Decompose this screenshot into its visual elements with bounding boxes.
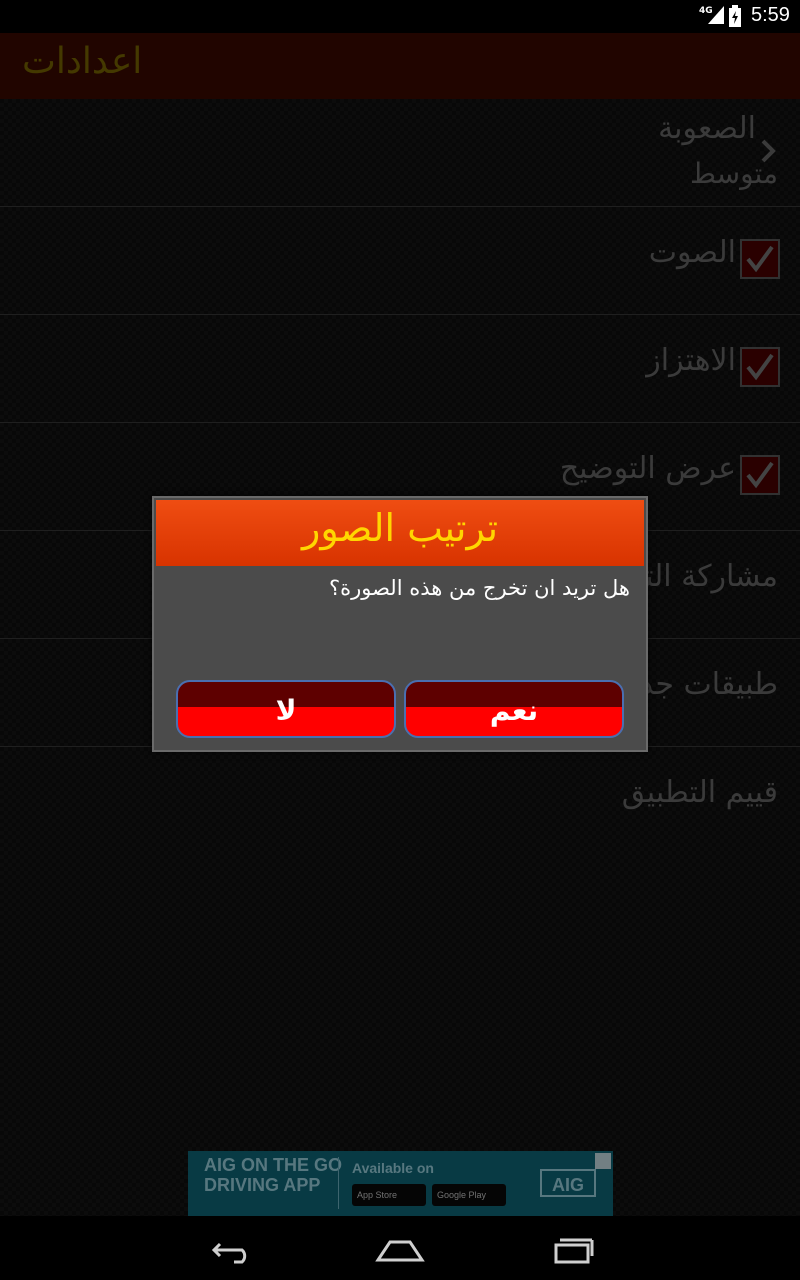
signal-icon	[708, 6, 724, 24]
yes-button[interactable]: نعم	[404, 680, 624, 738]
clock: 5:59	[751, 4, 790, 26]
yes-button-label: نعم	[489, 694, 539, 727]
recents-icon[interactable]	[546, 1236, 598, 1264]
exit-dialog: ترتيب الصور هل تريد ان تخرج من هذه الصور…	[152, 496, 648, 752]
dialog-header: ترتيب الصور	[156, 500, 644, 566]
dialog-title: ترتيب الصور	[301, 506, 499, 550]
dialog-message: هل تريد ان تخرج من هذه الصورة؟	[328, 576, 630, 600]
home-icon[interactable]	[374, 1236, 426, 1264]
back-icon[interactable]	[204, 1236, 256, 1264]
no-button[interactable]: لا	[176, 680, 396, 738]
battery-icon	[729, 5, 741, 27]
no-button-label: لا	[275, 694, 297, 727]
status-bar: 4G 5:59	[0, 0, 800, 33]
navigation-bar	[0, 1216, 800, 1280]
